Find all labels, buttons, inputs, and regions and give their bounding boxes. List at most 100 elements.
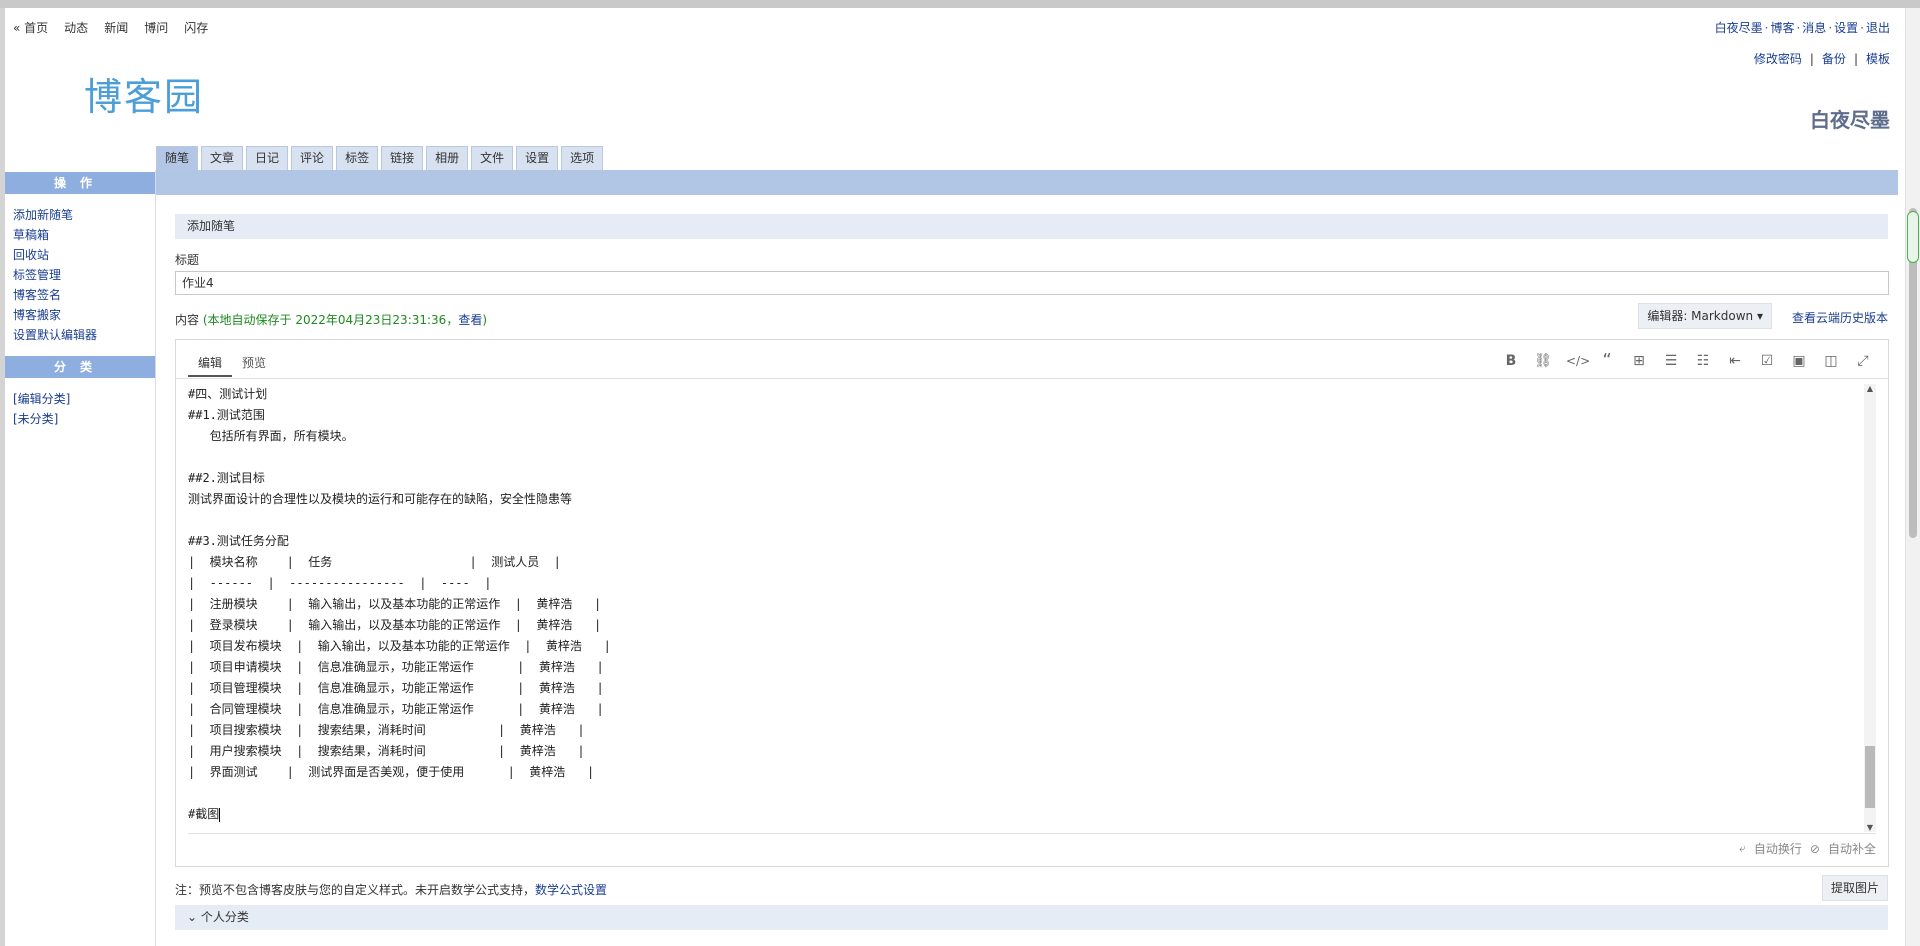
caret-down-icon: ▾: [1756, 309, 1763, 323]
code-line: | 项目申请模块 | 信息准确显示，功能正常运作 | 黄梓浩 |: [188, 660, 604, 674]
site-logo[interactable]: 博客园: [84, 66, 204, 121]
sidebar-item-uncategorized[interactable]: [未分类]: [13, 409, 70, 429]
nav-settings[interactable]: 设置: [1834, 21, 1858, 35]
sidebar-item-move-blog[interactable]: 博客搬家: [13, 305, 97, 325]
tab-articles[interactable]: 文章: [201, 146, 244, 170]
nav-flash[interactable]: 闪存: [184, 19, 208, 36]
numbered-list-icon[interactable]: ☷: [1694, 353, 1712, 369]
sidebar-item-signature[interactable]: 博客签名: [13, 285, 97, 305]
code-line-last: #截图: [188, 807, 221, 822]
math-settings-link[interactable]: 数学公式设置: [535, 883, 607, 897]
tab-settings[interactable]: 设置: [516, 146, 559, 170]
sidebar-item-add-post[interactable]: 添加新随笔: [13, 205, 97, 225]
sidebar-ops-title: 操作: [5, 172, 155, 194]
nav-home[interactable]: « 首页: [13, 19, 48, 36]
code-icon[interactable]: </>: [1566, 353, 1590, 369]
cloud-history-link[interactable]: 查看云端历史版本: [1792, 309, 1888, 326]
sidebar-item-drafts[interactable]: 草稿箱: [13, 225, 97, 245]
code-line: | 界面测试 | 测试界面是否美观，便于使用 | 黄梓浩 |: [188, 765, 595, 779]
tab-albums[interactable]: 相册: [426, 146, 469, 170]
template-link[interactable]: 模板: [1866, 52, 1890, 66]
tab-comments[interactable]: 评论: [291, 146, 334, 170]
extract-images-button[interactable]: 提取图片: [1821, 875, 1888, 901]
browser-top-strip: [0, 0, 1920, 8]
preview-note: 注：预览不包含博客皮肤与您的自定义样式。未开启数学公式支持，数学公式设置: [175, 883, 608, 897]
editor-footer-divider: [188, 833, 1876, 834]
editor-textarea[interactable]: #四、测试计划 ##1.测试范围 包括所有界面，所有模块。 ##2.测试目标 测…: [188, 384, 1858, 832]
chevron-down-icon: ⌄: [187, 910, 198, 924]
quote-icon[interactable]: “: [1598, 352, 1616, 370]
editor-tabs: 编辑 预览: [188, 350, 276, 377]
image-icon[interactable]: ▣: [1790, 353, 1808, 369]
scroll-down-icon[interactable]: ▼: [1864, 823, 1876, 832]
sidebar-item-trash[interactable]: 回收站: [13, 245, 97, 265]
table-icon[interactable]: ⊞: [1630, 353, 1648, 369]
change-password-link[interactable]: 修改密码: [1754, 52, 1802, 66]
fullscreen-icon[interactable]: ⤢: [1854, 353, 1872, 369]
auto-complete-toggle[interactable]: 自动补全: [1828, 840, 1876, 857]
bullet-list-icon[interactable]: ☰: [1662, 353, 1680, 369]
editor-select-button[interactable]: 编辑器: Markdown ▾: [1638, 303, 1772, 329]
no-autocomplete-icon[interactable]: ⊘: [1810, 842, 1820, 856]
sidebar-item-default-editor[interactable]: 设置默认编辑器: [13, 325, 97, 345]
code-line: | 项目管理模块 | 信息准确显示，功能正常运作 | 黄梓浩 |: [188, 681, 604, 695]
auto-wrap-toggle[interactable]: 自动换行: [1754, 840, 1802, 857]
editor-scroll-thumb[interactable]: [1865, 746, 1875, 808]
autosave-view-link[interactable]: 查看: [458, 313, 482, 327]
tab-files[interactable]: 文件: [471, 146, 514, 170]
page-scrollbar[interactable]: [1905, 8, 1920, 946]
code-line: 包括所有界面，所有模块。: [188, 429, 354, 443]
sidebar-item-tag-manage[interactable]: 标签管理: [13, 265, 97, 285]
backup-link[interactable]: 备份: [1822, 52, 1846, 66]
left-edge: [0, 8, 5, 946]
code-line: ##3.测试任务分配: [188, 534, 289, 548]
editor-scrollbar[interactable]: ▲ ▼: [1864, 384, 1876, 832]
tab-options[interactable]: 选项: [561, 146, 604, 170]
personal-category-header[interactable]: ⌄ 个人分类: [175, 905, 1888, 930]
title-label: 标题: [175, 253, 200, 267]
note-row: 注：预览不包含博客皮肤与您的自定义样式。未开启数学公式支持，数学公式设置 提取图…: [175, 871, 1888, 903]
code-line: #四、测试计划: [188, 387, 268, 401]
link-icon[interactable]: ⛓: [1534, 353, 1552, 369]
code-line: | 项目发布模块 | 输入输出，以及基本功能的正常运作 | 黄梓浩 |: [188, 639, 611, 653]
site-nav: « 首页 动态 新闻 博问 闪存: [13, 19, 208, 36]
tab-preview[interactable]: 预览: [232, 350, 276, 377]
sidebar-ops-list: 添加新随笔 草稿箱 回收站 标签管理 博客签名 博客搬家 设置默认编辑器: [13, 205, 97, 345]
checkbox-icon[interactable]: ☑: [1758, 353, 1776, 369]
code-line: | 合同管理模块 | 信息准确显示，功能正常运作 | 黄梓浩 |: [188, 702, 604, 716]
nav-dynamic[interactable]: 动态: [64, 19, 88, 36]
user-nav: 白夜尽墨 · 博客 · 消息 · 设置 · 退出: [1714, 21, 1890, 35]
indent-icon[interactable]: ⇤: [1726, 353, 1744, 369]
nav-user[interactable]: 白夜尽墨: [1715, 21, 1763, 35]
scroll-up-icon[interactable]: ▲: [1864, 384, 1876, 393]
sidebar-cat-list: [编辑分类] [未分类]: [13, 389, 70, 429]
admin-tabs: 随笔 文章 日记 评论 标签 链接 相册 文件 设置 选项: [156, 146, 604, 170]
split-view-icon[interactable]: ◫: [1822, 353, 1840, 369]
wrap-icon[interactable]: ⤶: [1739, 841, 1746, 856]
editor-footer: ⤶ 自动换行 ⊘ 自动补全: [1739, 840, 1876, 857]
code-line: | 登录模块 | 输入输出，以及基本功能的正常运作 | 黄梓浩 |: [188, 618, 602, 632]
nav-logout[interactable]: 退出: [1866, 21, 1890, 35]
code-line: | 项目搜索模块 | 搜索结果，消耗时间 | 黄梓浩 |: [188, 723, 585, 737]
nav-questions[interactable]: 博问: [144, 19, 168, 36]
tab-links[interactable]: 链接: [381, 146, 424, 170]
tab-tags[interactable]: 标签: [336, 146, 379, 170]
tab-edit[interactable]: 编辑: [188, 350, 233, 377]
nav-blog[interactable]: 博客: [1770, 21, 1794, 35]
section-title: 添加随笔: [175, 214, 1888, 239]
sidebar-cat-title: 分类: [5, 356, 155, 378]
nav-messages[interactable]: 消息: [1802, 21, 1826, 35]
blog-name[interactable]: 白夜尽墨: [1810, 104, 1890, 133]
code-line: ##1.测试范围: [188, 408, 265, 422]
sidebar-item-edit-category[interactable]: [编辑分类]: [13, 389, 70, 409]
bold-icon[interactable]: B: [1502, 353, 1520, 369]
nav-news[interactable]: 新闻: [104, 19, 128, 36]
tab-band: [156, 170, 1898, 195]
tab-diary[interactable]: 日记: [246, 146, 289, 170]
tab-posts[interactable]: 随笔: [156, 146, 199, 170]
title-input[interactable]: 作业4: [175, 271, 1889, 295]
scroll-indicator-icon: [1907, 211, 1919, 263]
